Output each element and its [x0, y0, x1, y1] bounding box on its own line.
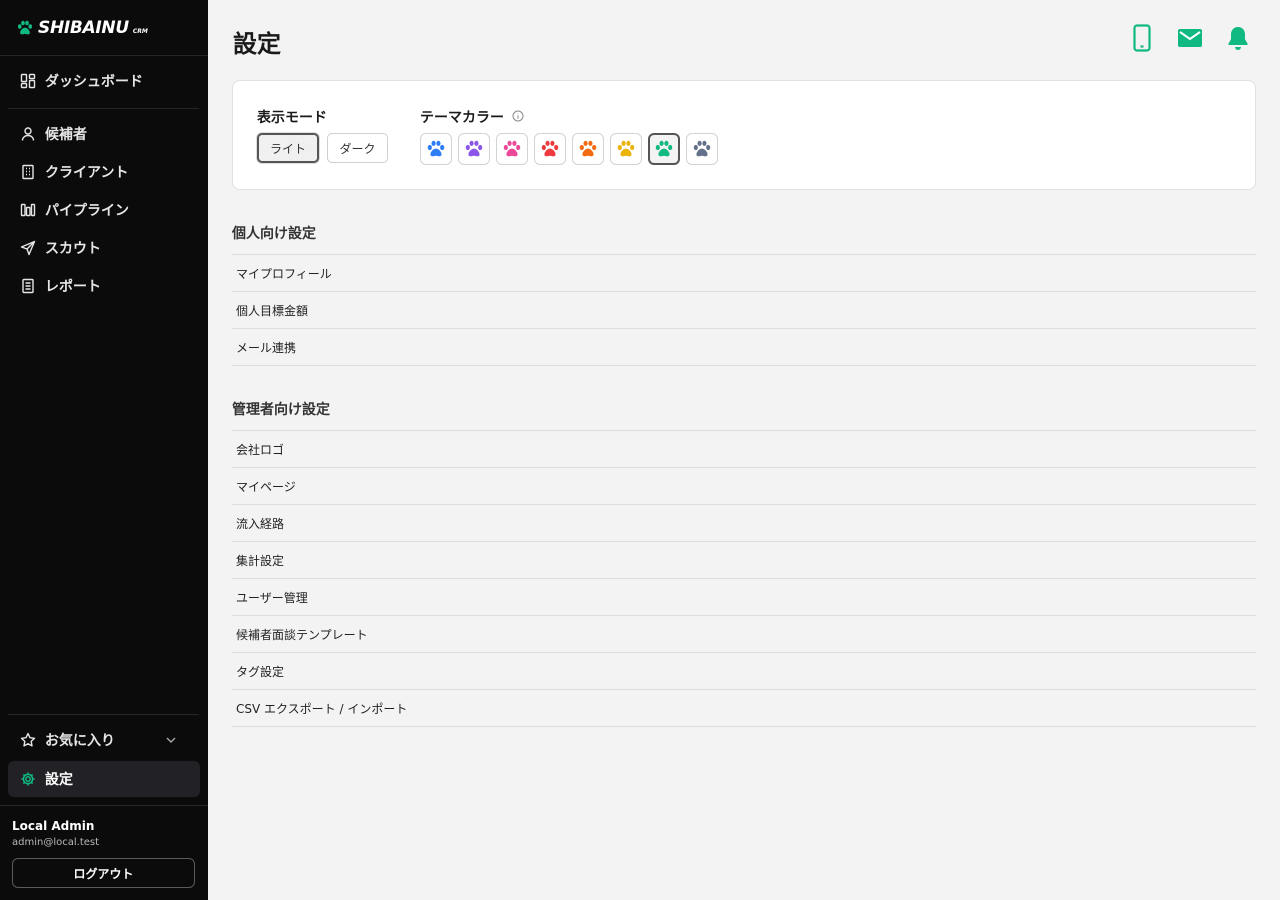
settings-row[interactable]: マイプロフィール: [232, 255, 1256, 292]
sidebar-item-pipeline[interactable]: パイプライン: [8, 192, 200, 228]
admin-settings-title: 管理者向け設定: [232, 402, 330, 418]
sidebar: SHIBAINU CRM ダッシュボード 候補者 クライアント パイプライン ス…: [0, 0, 208, 900]
sidebar-item-clients[interactable]: クライアント: [8, 154, 200, 190]
theme-color-swatch[interactable]: [458, 133, 490, 165]
sidebar-item-label: 設定: [45, 772, 73, 788]
settings-row[interactable]: CSV エクスポート / インポート: [232, 690, 1256, 727]
brand-sub: CRM: [132, 28, 148, 35]
paw-icon: [579, 140, 597, 157]
sidebar-item-label: 候補者: [45, 127, 87, 143]
pipeline-icon: [20, 203, 36, 217]
settings-row[interactable]: 候補者面談テンプレート: [232, 616, 1256, 653]
chevron-down-icon[interactable]: [163, 732, 179, 748]
paw-icon: [693, 140, 711, 157]
mail-button[interactable]: [1177, 24, 1203, 52]
theme-color-swatch[interactable]: [420, 133, 452, 165]
dashboard-icon: [20, 73, 36, 89]
sidebar-item-favorites[interactable]: お気に入り: [8, 722, 200, 758]
paw-icon: [427, 140, 445, 157]
user-icon: [21, 127, 35, 141]
send-icon: [20, 240, 36, 256]
theme-color-swatch[interactable]: [686, 133, 718, 165]
dark-mode-button[interactable]: ダーク: [327, 133, 388, 163]
notification-button[interactable]: [1225, 24, 1251, 52]
user-name: Local Admin: [12, 819, 95, 833]
sidebar-divider: [8, 108, 199, 109]
theme-color-swatch[interactable]: [496, 133, 528, 165]
paw-icon: [541, 140, 559, 157]
settings-row[interactable]: 集計設定: [232, 542, 1256, 579]
sidebar-item-scout[interactable]: スカウト: [8, 230, 200, 266]
personal-settings-list: マイプロフィール 個人目標金額 メール連携: [232, 254, 1256, 366]
theme-color-swatch[interactable]: [648, 133, 680, 165]
sidebar-item-label: スカウト: [45, 241, 101, 257]
paw-icon: [655, 140, 673, 157]
phone-button[interactable]: [1129, 24, 1155, 52]
light-mode-button[interactable]: ライト: [257, 133, 319, 163]
user-panel: Local Admin admin@local.test ログアウト: [0, 805, 208, 900]
settings-row[interactable]: ユーザー管理: [232, 579, 1256, 616]
settings-row[interactable]: 流入経路: [232, 505, 1256, 542]
paw-icon: [465, 140, 483, 157]
logout-button[interactable]: ログアウト: [12, 858, 195, 888]
settings-row[interactable]: 個人目標金額: [232, 292, 1256, 329]
sidebar-item-dashboard[interactable]: ダッシュボード: [8, 63, 200, 99]
sidebar-divider: [8, 714, 199, 715]
paw-icon: [503, 140, 521, 157]
sidebar-item-label: クライアント: [45, 165, 129, 181]
admin-settings-list: 会社ロゴ マイページ 流入経路 集計設定 ユーザー管理 候補者面談テンプレート タグ設定 CS…: [232, 430, 1256, 727]
star-icon: [20, 732, 36, 747]
brand-name: SHIBAINU: [38, 17, 129, 38]
theme-color-swatch[interactable]: [572, 133, 604, 165]
brand-logo[interactable]: SHIBAINU CRM: [0, 0, 208, 56]
personal-settings-title: 個人向け設定: [232, 226, 316, 242]
paw-icon: [17, 20, 33, 34]
display-settings-card: 表示モード ライト ダーク テーマカラー: [232, 80, 1256, 190]
sidebar-item-label: お気に入り: [45, 733, 115, 749]
report-icon: [22, 278, 34, 294]
settings-row[interactable]: マイページ: [232, 468, 1256, 505]
mail-icon: [1178, 29, 1202, 47]
display-mode-label: 表示モード: [257, 110, 327, 126]
page-title: 設定: [233, 30, 281, 58]
settings-row[interactable]: タグ設定: [232, 653, 1256, 690]
building-icon: [22, 164, 34, 180]
theme-color-swatch[interactable]: [534, 133, 566, 165]
settings-row[interactable]: 会社ロゴ: [232, 431, 1256, 468]
info-icon[interactable]: [512, 110, 524, 122]
theme-color-label: テーマカラー: [420, 110, 504, 126]
gear-icon: [21, 772, 35, 786]
sidebar-item-label: パイプライン: [45, 203, 129, 219]
theme-color-swatch[interactable]: [610, 133, 642, 165]
paw-icon: [617, 140, 635, 157]
bell-icon: [1228, 27, 1248, 50]
sidebar-item-candidates[interactable]: 候補者: [8, 116, 200, 152]
settings-row[interactable]: メール連携: [232, 329, 1256, 366]
sidebar-item-settings[interactable]: 設定: [8, 761, 200, 797]
sidebar-item-reports[interactable]: レポート: [8, 268, 200, 304]
sidebar-item-label: レポート: [45, 279, 101, 295]
phone-icon: [1133, 24, 1151, 52]
sidebar-item-label: ダッシュボード: [45, 74, 143, 90]
user-email: admin@local.test: [12, 837, 100, 848]
